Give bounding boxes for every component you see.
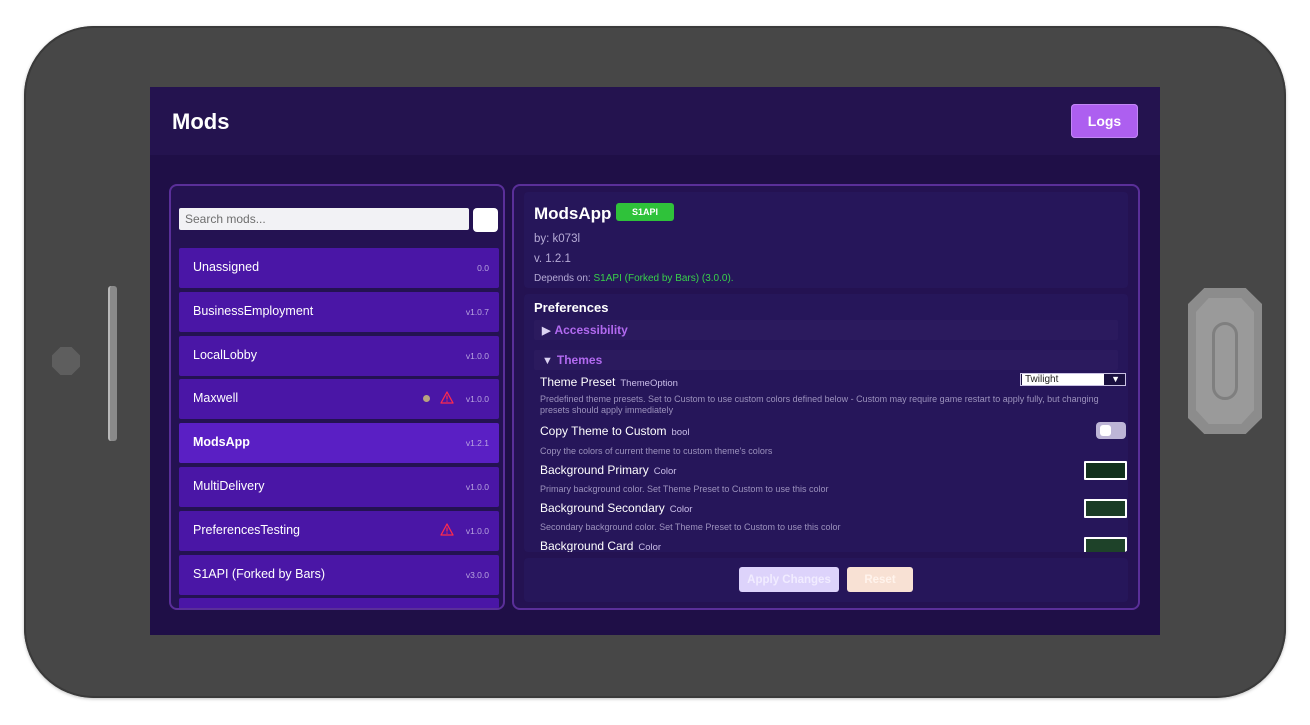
pref-name: Background Card: [540, 539, 634, 552]
mod-list-item[interactable]: Unassigned 0.0: [179, 248, 499, 288]
apply-changes-button[interactable]: Apply Changes: [739, 567, 839, 592]
phone-side-button[interactable]: [52, 347, 80, 375]
warning-triangle-icon: [440, 391, 454, 405]
mod-version: v1.0.0: [465, 525, 489, 536]
pref-description: Predefined theme presets. Set to Custom …: [540, 394, 1099, 415]
triangle-down-icon: ▼: [542, 355, 553, 367]
pref-name: Background Primary: [540, 463, 649, 477]
mod-name: MultiDelivery: [193, 478, 265, 493]
mod-version-text: v. 1.2.1: [534, 253, 571, 265]
search-button[interactable]: [473, 208, 498, 232]
theme-preset-select[interactable]: Twilight ▼: [1020, 373, 1126, 386]
section-accessibility[interactable]: ▶ Accessibility: [534, 320, 1118, 340]
mod-version: v1.0.0: [465, 394, 489, 405]
color-swatch[interactable]: [1084, 537, 1127, 552]
warning-triangle-icon: [440, 523, 454, 536]
mod-version: v1.0.0: [465, 350, 489, 361]
preferences-title: Preferences: [534, 300, 609, 315]
mod-version: v1.0.7: [465, 306, 489, 317]
app-screen: Mods Logs Unassigned 0.0 BusinessEmploym…: [150, 87, 1160, 635]
section-themes[interactable]: ▼ Themes: [534, 350, 1118, 370]
mod-name: BusinessEmployment: [193, 303, 314, 318]
mod-name: ModsApp: [193, 435, 250, 450]
pref-theme-preset: Theme Preset ThemeOption Predefined theme…: [540, 373, 1126, 416]
color-swatch[interactable]: [1084, 499, 1127, 518]
top-bar: Mods Logs: [150, 87, 1160, 155]
section-label: Accessibility: [554, 323, 628, 337]
pref-type: Color: [638, 542, 662, 552]
pref-name: Theme Preset: [540, 375, 616, 389]
mod-title: ModsApp: [534, 204, 612, 223]
page-title: Mods: [172, 109, 230, 134]
phone-side-slot: [108, 286, 117, 441]
pref-type: Color: [669, 504, 693, 515]
mod-list-item[interactable]: MultiDelivery v1.0.0: [179, 466, 499, 507]
section-label: Themes: [556, 353, 603, 367]
pref-background-card: Background Card Color: [540, 537, 1127, 552]
triangle-right-icon: ▶: [542, 325, 551, 337]
mod-list-item[interactable]: Maxwell v1.0.0: [179, 379, 499, 420]
mod-info-card: ModsApp S1API by: k073l v. 1.2.1 Depends…: [524, 192, 1128, 288]
phone-home-button[interactable]: [1188, 288, 1262, 434]
pref-background-primary: Background Primary Color Primary backgrou…: [540, 461, 1127, 495]
mod-name: Maxwell: [193, 391, 239, 406]
mod-list-item[interactable]: LocalLobby v1.0.0: [179, 335, 499, 376]
mod-name: LocalLobby: [193, 347, 257, 362]
search-input[interactable]: [179, 208, 469, 230]
mod-dependencies: Depends on: S1API (Forked by Bars) (3.0.…: [534, 273, 734, 284]
pref-description: Copy the colors of current theme to cust…: [540, 446, 773, 456]
color-swatch[interactable]: [1084, 461, 1127, 480]
mod-version: 0.0: [477, 263, 489, 273]
pref-type: bool: [671, 427, 690, 438]
depends-label: Depends on:: [534, 273, 591, 284]
mod-list-item-partial[interactable]: [179, 598, 499, 608]
mod-list-item-selected[interactable]: ModsApp v1.2.1: [179, 423, 499, 464]
pref-copy-theme: Copy Theme to Custom bool Copy the colors…: [540, 422, 1126, 457]
api-tag-badge: S1API: [616, 203, 674, 221]
preferences-card: Preferences ▶ Accessibility ▼ Themes Theme…: [524, 294, 1128, 552]
copy-theme-toggle[interactable]: [1096, 422, 1126, 439]
chevron-down-icon: ▼: [1111, 374, 1120, 384]
mod-name: PreferencesTesting: [193, 522, 301, 537]
mod-name: S1API (Forked by Bars): [193, 566, 325, 581]
pref-type: Color: [653, 466, 677, 477]
mod-list: Unassigned 0.0 BusinessEmployment v1.0.7…: [179, 248, 499, 608]
mod-version: v3.0.0: [465, 569, 489, 580]
mod-list-item[interactable]: BusinessEmployment v1.0.7: [179, 291, 499, 332]
select-value: Twilight: [1022, 374, 1104, 385]
mod-name: Unassigned: [193, 260, 260, 274]
status-dot-icon: [423, 395, 430, 403]
pref-description: Secondary background color. Set Theme Pr…: [540, 522, 841, 532]
mod-detail-panel: ModsApp S1API by: k073l v. 1.2.1 Depends…: [512, 184, 1140, 610]
reset-button[interactable]: Reset: [847, 567, 913, 592]
pref-name: Background Secondary: [540, 501, 665, 515]
pref-description: Primary background color. Set Theme Pres…: [540, 484, 829, 494]
mod-version: v1.2.1: [465, 438, 489, 449]
depends-value: S1API (Forked by Bars) (3.0.0).: [593, 273, 734, 284]
toggle-knob: [1100, 425, 1111, 436]
pref-background-secondary: Background Secondary Color Secondary back…: [540, 499, 1127, 533]
logs-button[interactable]: Logs: [1071, 104, 1138, 138]
mod-list-panel: Unassigned 0.0 BusinessEmployment v1.0.7…: [169, 184, 505, 610]
pref-type: ThemeOption: [620, 378, 678, 389]
mod-list-item[interactable]: S1API (Forked by Bars) v3.0.0: [179, 554, 499, 595]
mod-version: v1.0.0: [465, 481, 489, 492]
pref-name: Copy Theme to Custom: [540, 424, 667, 438]
actions-bar: Apply Changes Reset: [524, 558, 1128, 602]
mod-list-item[interactable]: PreferencesTesting v1.0.0: [179, 510, 499, 551]
mod-author: by: k073l: [534, 233, 581, 245]
